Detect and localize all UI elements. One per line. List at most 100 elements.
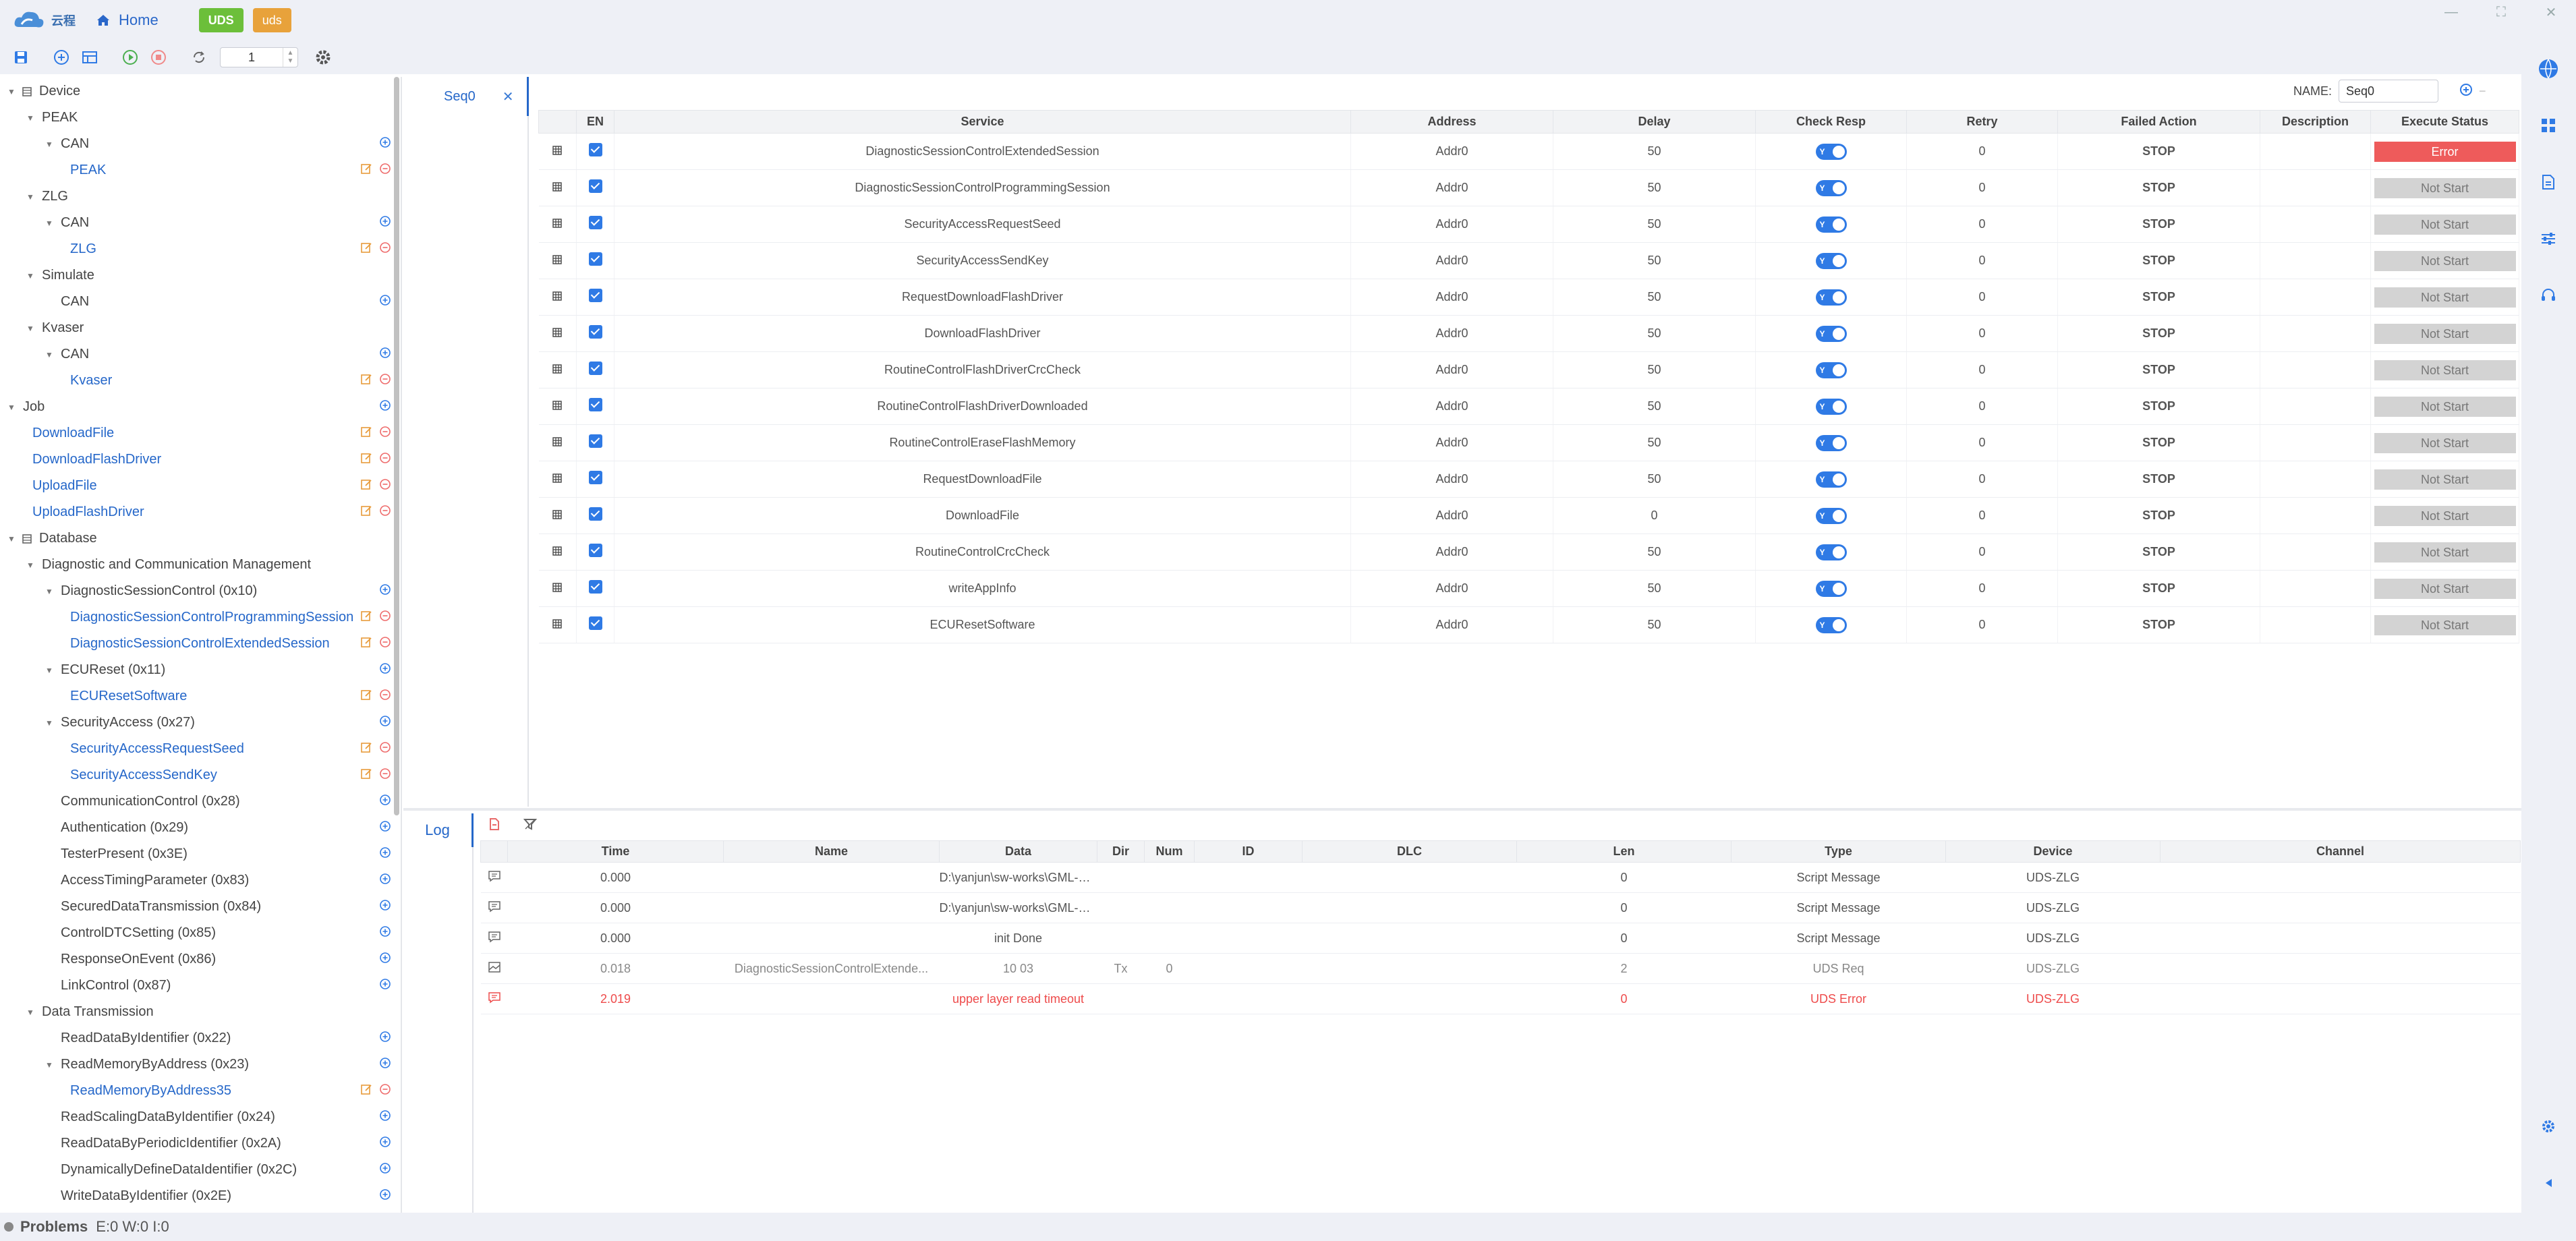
add-icon[interactable] [379,583,391,600]
tree-item[interactable]: ▼ DiagnosticSessionControl (0x10) [0,578,398,604]
tree-item[interactable]: ▼ ECUReset (0x11) [0,657,398,683]
tree-item[interactable]: ReadScalingDataByIdentifier (0x24) [0,1104,398,1130]
chevron-down-icon[interactable]: ▼ [45,1060,54,1070]
headset-icon[interactable] [2536,283,2560,308]
column-header[interactable]: Service [614,110,1351,134]
log-row[interactable]: 0.000 D:\yanjun\sw-works\GML-XJA-YG-PDU-J… [480,892,2521,923]
sequence-row[interactable]: SecurityAccessRequestSeed Addr0 50 Y 0 STOP No… [538,206,2519,243]
edit-icon[interactable] [360,768,372,784]
add-icon[interactable] [379,873,391,889]
tree-item[interactable]: ControlDTCSetting (0x85) [0,920,398,946]
add-icon[interactable] [379,1136,391,1152]
check-resp-toggle[interactable]: Y [1815,580,1847,597]
add-icon[interactable] [379,715,391,731]
enable-checkbox[interactable] [588,544,602,557]
tree-item[interactable]: ▼ CAN [0,210,398,236]
tree-item[interactable]: WriteDataByIdentifier (0x2E) [0,1183,398,1209]
column-header[interactable]: Delay [1553,110,1756,134]
tree-item[interactable]: ▼ Diagnostic and Communication Management [0,552,398,578]
sequence-row[interactable]: ECUResetSoftware Addr0 50 Y 0 STOP Not Start [538,606,2519,643]
column-header[interactable]: ID [1194,840,1303,863]
chevron-down-icon[interactable]: ▼ [45,140,54,149]
save-icon[interactable] [9,46,32,69]
tree-item[interactable]: DynamicallyDefineDataIdentifier (0x2C) [0,1157,398,1183]
edit-icon[interactable] [360,741,372,757]
close-icon[interactable]: ✕ [2526,0,2576,24]
edit-icon[interactable] [360,478,372,494]
enable-checkbox[interactable] [588,179,602,193]
add-icon[interactable] [379,136,391,152]
enable-checkbox[interactable] [588,143,602,156]
chevron-down-icon[interactable]: ▼ [45,350,54,359]
tree-item[interactable]: ECUResetSoftware [0,683,398,710]
sequence-row[interactable]: RoutineControlCrcCheck Addr0 50 Y 0 STOP Not S… [538,533,2519,571]
enable-checkbox[interactable] [588,362,602,375]
edit-icon[interactable] [360,426,372,442]
drag-handle-icon[interactable] [538,315,577,352]
tab-log[interactable]: Log [403,813,474,847]
tree-item[interactable]: ZLG [0,236,398,262]
tree-item[interactable]: ▼ Simulate [0,262,398,289]
edit-icon[interactable] [360,636,372,652]
column-header[interactable]: Description [2260,110,2371,134]
check-resp-toggle[interactable]: Y [1815,143,1847,160]
column-header[interactable]: Type [1731,840,1946,863]
settings-icon[interactable] [2536,1114,2560,1138]
tree-item[interactable]: ResponseOnEvent (0x86) [0,946,398,973]
check-resp-toggle[interactable]: Y [1815,216,1847,233]
tree-item[interactable]: AccessTimingParameter (0x83) [0,867,398,894]
chevron-down-icon[interactable]: ▼ [45,718,54,728]
add-icon[interactable] [379,347,391,363]
column-header[interactable]: Time [507,840,724,863]
tree-item[interactable]: ▼ Device [0,78,398,105]
add-icon[interactable] [379,952,391,968]
check-resp-toggle[interactable]: Y [1815,325,1847,342]
sequence-row[interactable]: DiagnosticSessionControlExtendedSession A… [538,133,2519,170]
tab-seq0[interactable]: Seq0 ✕ [403,77,529,116]
chevron-down-icon[interactable]: ▼ [26,324,35,333]
delete-icon[interactable] [379,241,391,258]
globe-icon[interactable] [2536,57,2560,81]
home-link[interactable]: Home [96,11,159,29]
collapse-left-icon[interactable] [2536,1171,2560,1195]
tree-item[interactable]: PEAK [0,157,398,183]
delete-icon[interactable] [379,373,391,389]
edit-icon[interactable] [360,452,372,468]
add-icon[interactable] [379,215,391,231]
delete-icon[interactable] [379,504,391,521]
sequence-row[interactable]: RequestDownloadFile Addr0 50 Y 0 STOP Not Star… [538,461,2519,498]
tree-item[interactable]: ▼ PEAK [0,105,398,131]
gear-icon[interactable] [312,46,335,69]
column-header[interactable]: Execute Status [2370,110,2519,134]
maximize-icon[interactable]: ⛶ [2476,0,2526,24]
drag-handle-icon[interactable] [538,388,577,425]
check-resp-toggle[interactable]: Y [1815,398,1847,415]
delete-icon[interactable] [379,452,391,468]
add-icon[interactable] [379,1188,391,1205]
chevron-down-icon[interactable]: ▼ [45,587,54,596]
log-row[interactable]: 0.000 D:\yanjun\sw-works\GML-XJA-YG-PDU-J… [480,862,2521,893]
uds-chip[interactable]: UDS [198,8,244,32]
chevron-down-icon[interactable]: ▼ [26,113,35,123]
tree-item[interactable]: ▼ SecurityAccess (0x27) [0,710,398,736]
delete-icon[interactable] [379,426,391,442]
column-header[interactable]: Address [1350,110,1553,134]
filter-off-icon[interactable] [523,817,538,835]
table-icon[interactable] [78,46,101,69]
tree-item[interactable]: DiagnosticSessionControlExtendedSession [0,631,398,657]
edit-icon[interactable] [360,610,372,626]
log-row[interactable]: 2.019 upper layer read timeout 0 UDS Error U… [480,983,2521,1014]
add-icon[interactable] [379,662,391,679]
chevron-down-icon[interactable]: ▼ [45,219,54,228]
add-icon[interactable] [379,1057,391,1073]
chevron-down-icon[interactable]: ▼ [7,403,16,412]
tree-item[interactable]: Authentication (0x29) [0,815,398,841]
add-icon[interactable] [379,1162,391,1178]
drag-handle-icon[interactable] [538,133,577,170]
tree-item[interactable]: SecurityAccessSendKey [0,762,398,788]
edit-icon[interactable] [360,241,372,258]
edit-icon[interactable] [360,504,372,521]
log-row[interactable]: 0.018 DiagnosticSessionControlExtende... 1… [480,953,2521,984]
drag-handle-icon[interactable] [538,606,577,643]
check-resp-toggle[interactable]: Y [1815,616,1847,633]
